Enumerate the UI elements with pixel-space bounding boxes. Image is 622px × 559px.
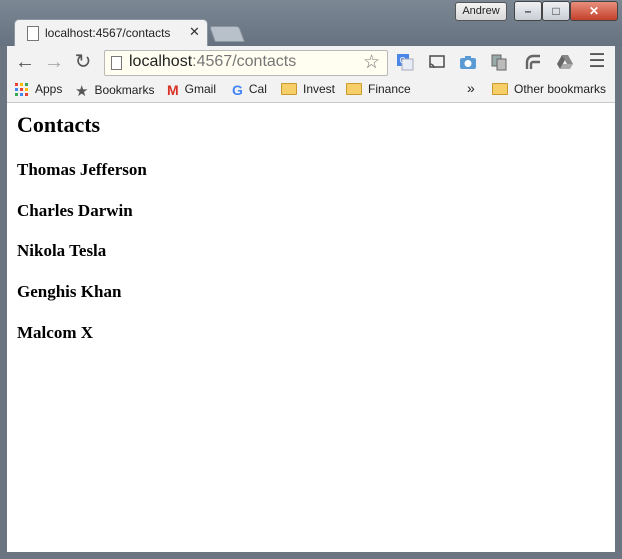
page-info-icon[interactable] [111, 56, 122, 70]
profile-button[interactable]: Andrew [455, 2, 507, 21]
bookmark-label: Cal [248, 82, 267, 97]
other-bookmarks-folder[interactable]: Other bookmarks [492, 82, 606, 96]
window-close-button[interactable]: ✕ [570, 1, 618, 21]
google-icon: G [232, 82, 243, 98]
bookmark-cal[interactable]: G Cal [232, 82, 267, 98]
bookmarks-overflow-button[interactable]: » [467, 80, 475, 96]
bookmark-label: Invest [303, 82, 336, 96]
contact-name: Thomas Jefferson [17, 160, 147, 179]
bookmark-label: Gmail [184, 82, 217, 97]
url-text: localhost:4567/contacts [129, 53, 296, 71]
cast-icon[interactable] [428, 53, 446, 71]
url-host: localhost [129, 53, 193, 70]
folder-icon [492, 82, 508, 95]
bookmark-label: Bookmarks [94, 83, 155, 98]
maximize-button[interactable]: □ [542, 1, 570, 21]
new-tab-button[interactable] [209, 26, 245, 42]
drive-icon[interactable] [556, 53, 574, 71]
feed-icon[interactable] [524, 53, 542, 71]
star-icon: ★ [75, 83, 89, 100]
apps-grid-icon [15, 82, 28, 96]
url-path: :4567/contacts [192, 53, 297, 70]
tab-title: localhost:4567/contacts [45, 26, 171, 40]
page-content: Contacts Thomas Jefferson Charles Darwin… [7, 103, 615, 552]
gmail-icon: M [167, 82, 179, 98]
minimize-icon: – [524, 4, 532, 18]
minimize-button[interactable]: – [514, 1, 542, 21]
copy-icon[interactable] [490, 53, 508, 71]
page-icon [27, 26, 39, 41]
bookmark-invest[interactable]: Invest [281, 82, 335, 96]
folder-icon [346, 82, 362, 95]
reload-icon[interactable]: ↻ [72, 50, 94, 74]
back-arrow-icon[interactable]: ← [14, 50, 36, 74]
svg-text:G: G [400, 56, 406, 65]
tab-contacts[interactable]: localhost:4567/contacts ✕ [14, 19, 208, 47]
bookmark-label: Finance [368, 82, 411, 96]
camera-icon[interactable] [459, 53, 477, 71]
contact-name: Nikola Tesla [17, 241, 107, 260]
maximize-icon: □ [552, 4, 560, 18]
bookmark-finance[interactable]: Finance [346, 82, 411, 96]
address-bar[interactable]: localhost:4567/contacts ☆ [104, 50, 388, 76]
window-frame-right [615, 46, 622, 559]
contact-name: Malcom X [17, 323, 94, 342]
forward-arrow-icon[interactable]: → [43, 50, 65, 74]
contact-name: Charles Darwin [17, 201, 133, 220]
close-icon: ✕ [588, 4, 600, 18]
bookmark-label: Other bookmarks [514, 82, 607, 96]
folder-icon [281, 82, 297, 95]
tab-close-icon[interactable]: ✕ [189, 24, 200, 40]
menu-icon[interactable]: ☰ [586, 50, 608, 74]
window-frame-bottom [0, 552, 622, 559]
translate-icon[interactable]: G [396, 53, 414, 71]
bookmark-gmail[interactable]: M Gmail [167, 82, 216, 98]
window-frame-left [0, 46, 7, 559]
bookmark-label: Apps [35, 82, 63, 96]
bookmark-star-icon[interactable]: ☆ [363, 51, 380, 74]
contact-name: Genghis Khan [17, 282, 122, 301]
bookmark-bookmarks[interactable]: ★ Bookmarks [75, 82, 154, 100]
bookmark-apps[interactable]: Apps [15, 82, 62, 97]
page-title: Contacts [17, 112, 101, 137]
browser-window: Andrew – □ ✕ localhost:4567/contacts ✕ ←… [0, 0, 622, 559]
